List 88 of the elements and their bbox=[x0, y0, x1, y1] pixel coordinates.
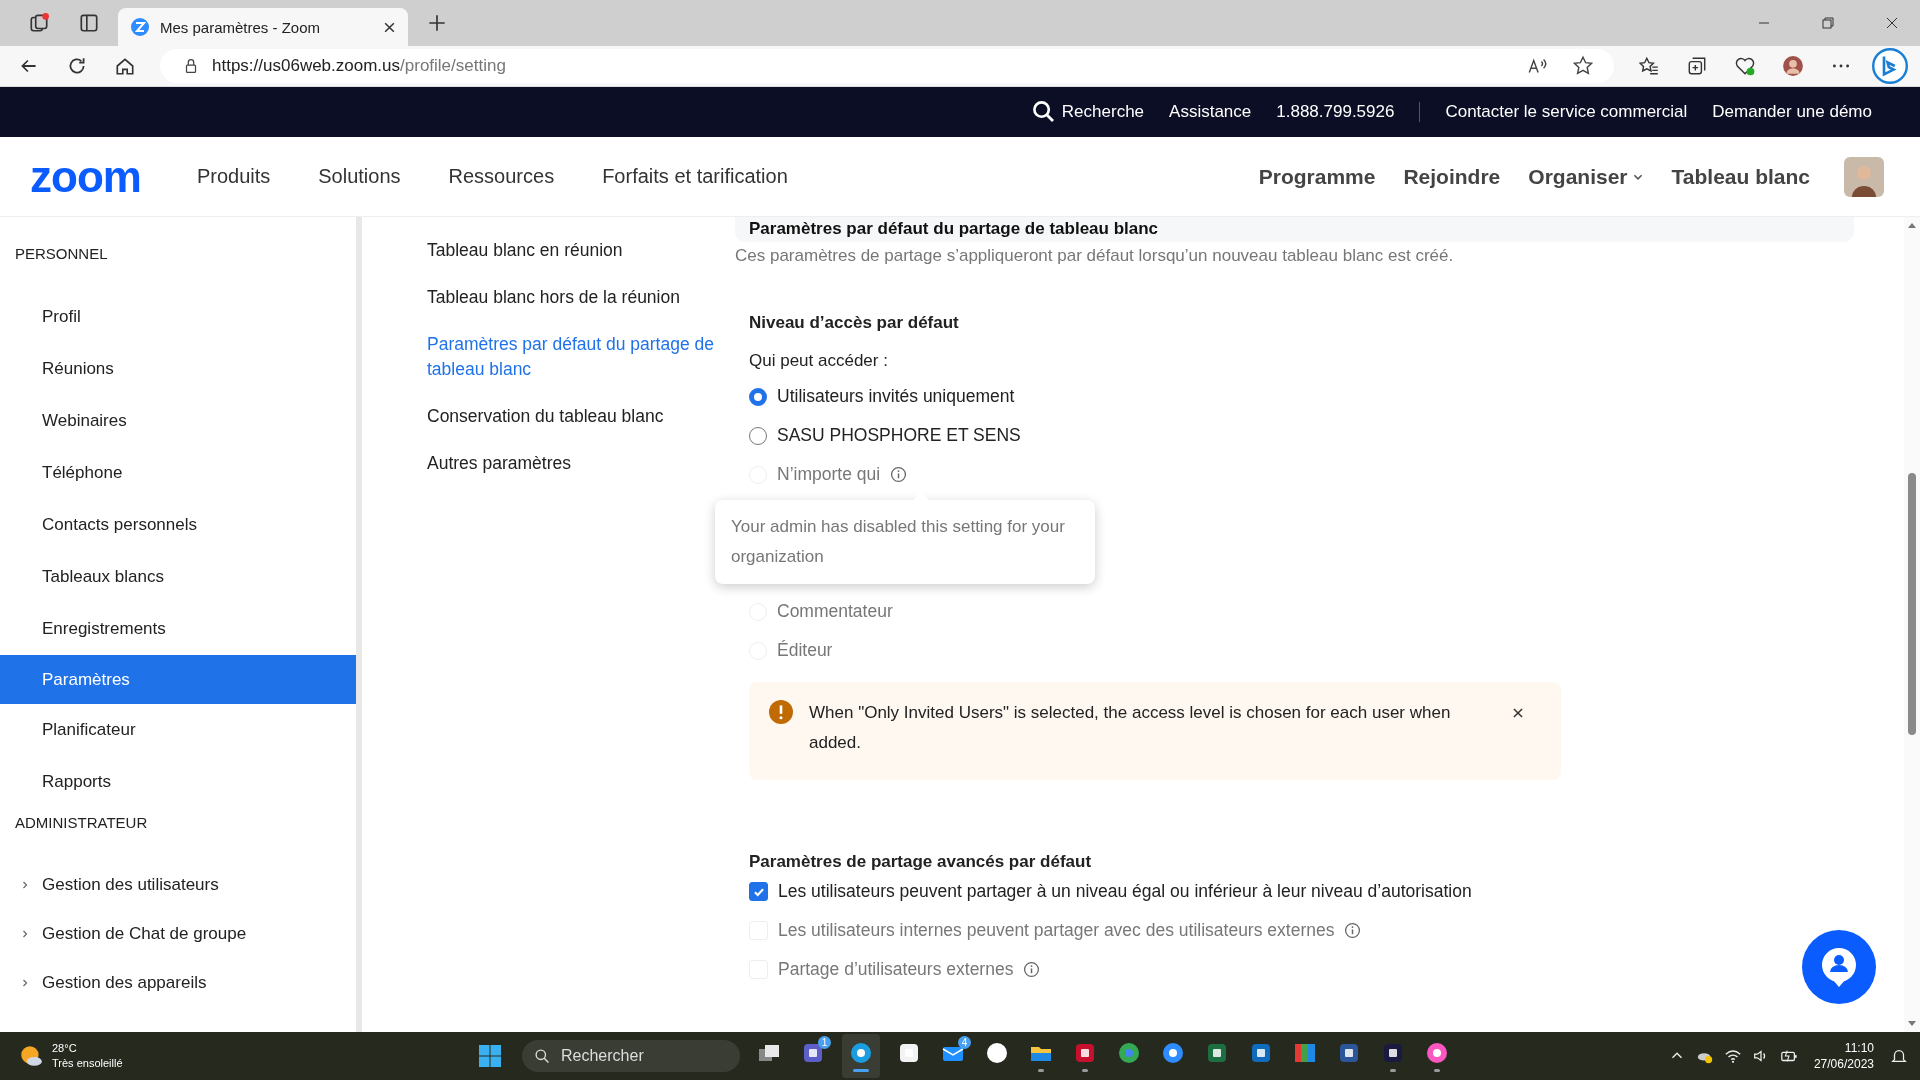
chevron-right-icon[interactable] bbox=[20, 928, 30, 939]
sidebar-item[interactable]: Enregistrements bbox=[0, 603, 356, 655]
url-text: https://us06web.zoom.us/profile/setting bbox=[212, 56, 506, 76]
browser-tab[interactable]: Mes paramètres - Zoom bbox=[118, 8, 408, 46]
sidebar-item[interactable]: Gestion des appareils bbox=[0, 958, 356, 1007]
sidebar-item[interactable]: Tableaux blancs bbox=[0, 551, 356, 603]
question-label: Qui peut accéder : bbox=[749, 351, 889, 371]
checkbox-label: Les utilisateurs peuvent partager à un niveau égal ou inférieur à leur niveau d’autorisation bbox=[778, 881, 1472, 902]
profile-avatar[interactable] bbox=[1844, 156, 1884, 197]
new-tab-icon[interactable] bbox=[426, 12, 448, 34]
tab-actions-icon[interactable] bbox=[78, 12, 100, 34]
close-icon[interactable] bbox=[383, 20, 396, 34]
close-icon[interactable] bbox=[1511, 706, 1525, 720]
heart-pulse-icon[interactable] bbox=[1734, 55, 1756, 77]
nav-link[interactable]: Solutions bbox=[318, 165, 401, 188]
radio-label: Commentateur bbox=[777, 601, 893, 622]
sidebar-item[interactable]: Planificateur bbox=[0, 704, 356, 756]
top-link[interactable]: Demander une démo bbox=[1712, 102, 1872, 122]
radio-button[interactable] bbox=[749, 426, 767, 445]
notification-badge: 4 bbox=[958, 1036, 971, 1049]
sidebar-item[interactable]: Réunions bbox=[0, 343, 356, 395]
section-link[interactable]: Conservation du tableau blanc bbox=[427, 404, 717, 429]
warning-icon bbox=[769, 700, 793, 724]
weather-condition: Très ensoleillé bbox=[52, 1056, 123, 1071]
scroll-down-icon[interactable] bbox=[1907, 1018, 1917, 1028]
nav-link[interactable]: Organiser bbox=[1528, 164, 1644, 189]
address-bar[interactable]: https://us06web.zoom.us/profile/setting bbox=[160, 49, 1614, 83]
section-title: Paramètres par défaut du partage de tableau blanc bbox=[748, 219, 1160, 239]
radio-button[interactable] bbox=[749, 387, 767, 406]
sidebar-item[interactable]: Contacts personnels bbox=[0, 499, 356, 551]
sidebar-item[interactable]: Paramètres bbox=[0, 655, 356, 704]
radio-label: Utilisateurs invités uniquement bbox=[777, 386, 1015, 407]
top-link[interactable]: Contacter le service commercial bbox=[1445, 102, 1688, 122]
section-link[interactable]: Tableau blanc en réunion bbox=[427, 238, 717, 263]
nav-link[interactable]: Produits bbox=[196, 165, 271, 188]
radio-label: N’importe qui bbox=[777, 464, 881, 485]
top-link[interactable]: 1.888.799.5926 bbox=[1276, 102, 1395, 122]
sidebar-item[interactable]: Profil bbox=[0, 291, 356, 343]
top-link[interactable]: Assistance bbox=[1169, 102, 1252, 122]
nav-link[interactable]: Programme bbox=[1258, 164, 1376, 189]
search-icon bbox=[1031, 100, 1056, 124]
sun-cloud-icon[interactable] bbox=[18, 1043, 44, 1069]
avatar-icon[interactable] bbox=[1782, 55, 1804, 77]
section-description: Ces paramètres de partage s’appliqueront par défaut lorsqu’un nouveau tableau blanc est créé. bbox=[735, 246, 1455, 266]
checkbox-label: Partage d’utilisateurs externes bbox=[778, 959, 1014, 980]
taskbar-search[interactable]: Rechercher bbox=[522, 1040, 740, 1072]
star-icon[interactable] bbox=[1572, 55, 1594, 77]
sidebar-item[interactable]: Rapports bbox=[0, 756, 356, 808]
checkbox-label: Les utilisateurs internes peuvent partager avec des utilisateurs externes bbox=[778, 920, 1335, 941]
nav-link[interactable]: Forfaits et tarification bbox=[602, 165, 788, 188]
zoom-logo[interactable]: zoom bbox=[30, 154, 141, 199]
notification-badge: 1 bbox=[818, 1036, 831, 1049]
section-title: PERSONNEL bbox=[14, 245, 109, 264]
radio-label: SASU PHOSPHORE ET SENS bbox=[777, 425, 1021, 446]
nav-link[interactable]: Tableau blanc bbox=[1671, 164, 1810, 189]
checkbox[interactable] bbox=[749, 882, 768, 901]
chat-assistant-icon[interactable] bbox=[1872, 48, 1908, 84]
tooltip: Your admin has disabled this setting for your organization bbox=[715, 500, 1095, 584]
chevron-right-icon[interactable] bbox=[20, 879, 30, 890]
collections-icon[interactable] bbox=[1686, 55, 1708, 77]
warning-text: When "Only Invited Users" is selected, the access level is chosen for each user when added. bbox=[809, 702, 1452, 754]
temperature: 28°C bbox=[52, 1041, 78, 1056]
workspaces-icon[interactable] bbox=[28, 12, 50, 34]
sidebar-item[interactable]: Téléphone bbox=[0, 447, 356, 499]
favorites-icon[interactable] bbox=[1638, 55, 1660, 77]
scroll-up-icon[interactable] bbox=[1907, 221, 1917, 231]
wifi-icon[interactable] bbox=[1723, 1047, 1742, 1065]
chat-support-button[interactable] bbox=[1802, 930, 1876, 1004]
section-link[interactable]: Paramètres par défaut du partage de tableau blanc bbox=[427, 332, 717, 382]
clock[interactable]: 11:10 27/06/2023 bbox=[1813, 1040, 1874, 1072]
bell-icon[interactable] bbox=[1890, 1047, 1908, 1065]
z-logo-icon bbox=[130, 17, 150, 37]
section-link[interactable]: Autres paramètres bbox=[427, 451, 717, 476]
section-link[interactable]: Tableau blanc hors de la réunion bbox=[427, 285, 717, 310]
group-title: Niveau d’accès par défaut bbox=[749, 313, 960, 333]
nav-link[interactable]: Rejoindre bbox=[1403, 164, 1501, 189]
search-link[interactable]: Recherche bbox=[1031, 100, 1145, 124]
search-icon bbox=[534, 1047, 551, 1065]
sidebar-item[interactable]: Gestion de Chat de groupe bbox=[0, 909, 356, 958]
scrollbar-thumb[interactable] bbox=[1908, 473, 1916, 735]
nav-link[interactable]: Ressources bbox=[448, 165, 555, 188]
chevron-right-icon[interactable] bbox=[20, 977, 30, 988]
group-title: Paramètres de partage avancés par défaut bbox=[749, 852, 1093, 872]
section-title: ADMINISTRATEUR bbox=[14, 814, 149, 833]
sidebar-item[interactable]: Gestion des utilisateurs bbox=[0, 860, 356, 909]
sidebar-item[interactable]: Webinaires bbox=[0, 395, 356, 447]
start-icon[interactable] bbox=[478, 1044, 502, 1068]
radio-label: Éditeur bbox=[777, 640, 833, 661]
